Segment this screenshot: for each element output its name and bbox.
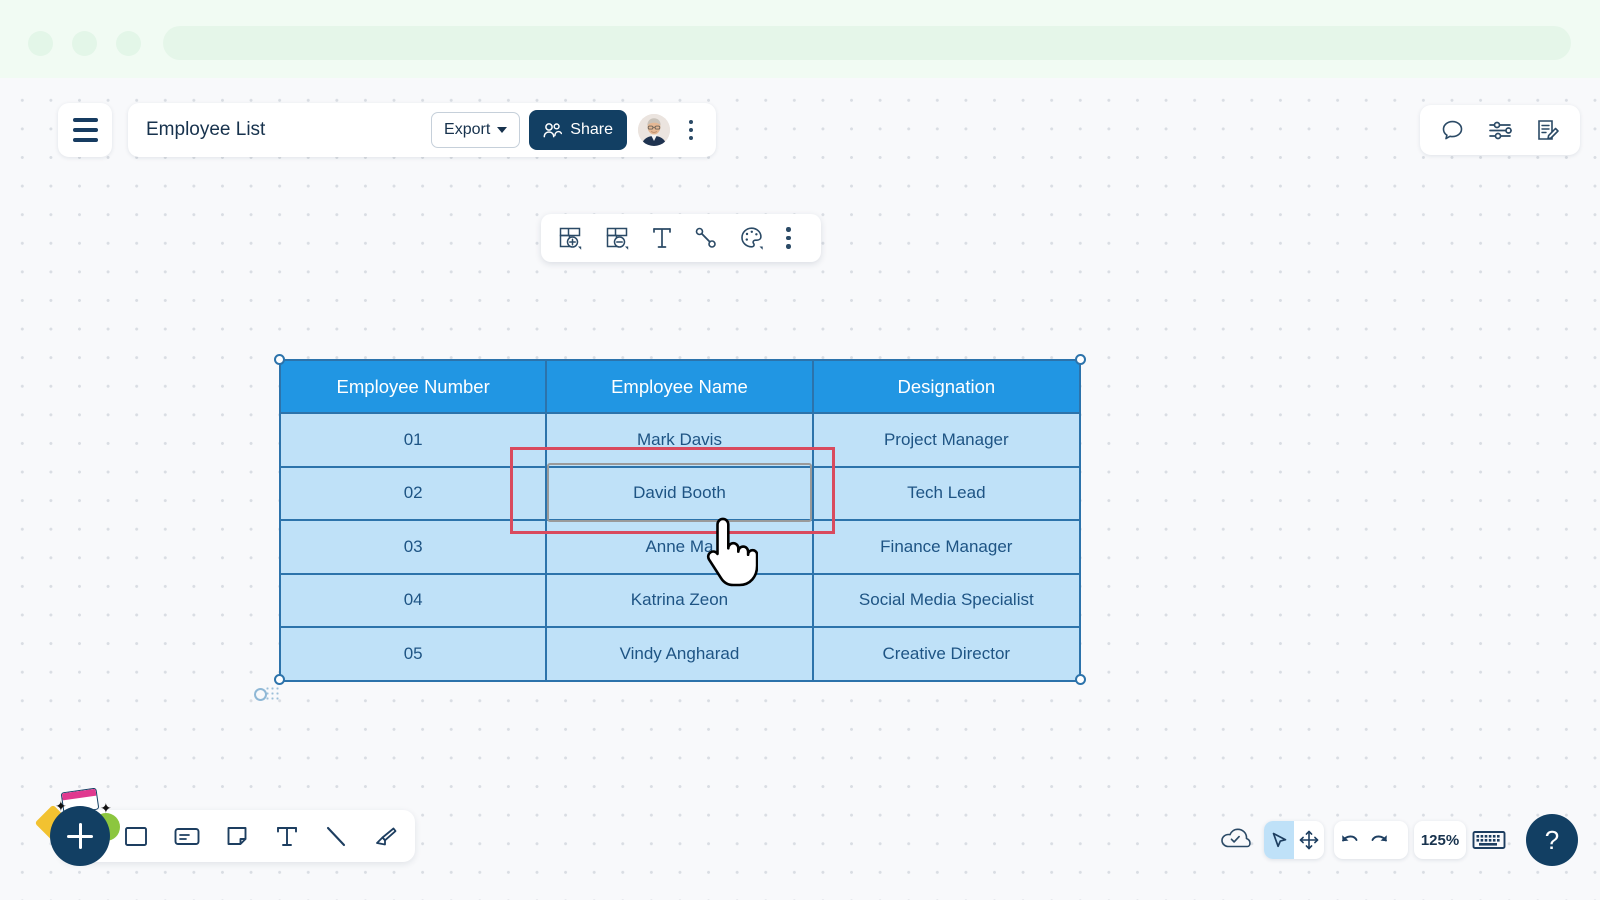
- menu-hamburger-button[interactable]: [58, 103, 112, 157]
- resize-handle-bottom-right[interactable]: [1075, 674, 1086, 685]
- cell-designation[interactable]: Social Media Specialist: [811, 572, 1082, 628]
- history-tool-group: [1334, 821, 1408, 859]
- app-root: Employee List Export Share Employee Numb…: [0, 0, 1600, 900]
- cell-employee-number[interactable]: 03: [278, 519, 548, 575]
- people-icon: [543, 122, 563, 137]
- resize-handle-dots: [265, 686, 281, 702]
- avatar[interactable]: [638, 114, 670, 146]
- page-title[interactable]: Employee List: [146, 119, 431, 141]
- object-more-options-button[interactable]: [786, 227, 791, 249]
- cell-employee-name[interactable]: Vindy Angharad: [545, 626, 814, 682]
- delete-table-cell-icon[interactable]: [604, 225, 631, 252]
- sticky-note-icon[interactable]: [224, 822, 252, 850]
- kebab-menu-icon: [689, 120, 693, 124]
- resize-handle-top-right[interactable]: [1075, 354, 1086, 365]
- export-label: Export: [444, 121, 491, 138]
- cell-employee-name[interactable]: Anne Ma: [545, 519, 814, 575]
- table-row[interactable]: 05 Vindy Angharad Creative Director: [278, 626, 1082, 682]
- color-palette-icon[interactable]: [739, 225, 766, 252]
- cell-designation[interactable]: Creative Director: [811, 626, 1082, 682]
- cell-employee-name[interactable]: Mark Davis: [545, 412, 814, 468]
- object-context-toolbar: [541, 214, 821, 262]
- cursor-arrow-icon[interactable]: [1264, 821, 1294, 859]
- traffic-light-minimize[interactable]: [72, 31, 97, 56]
- cloud-saved-icon[interactable]: [1220, 827, 1252, 856]
- table-row[interactable]: 04 Katrina Zeon Social Media Specialist: [278, 572, 1082, 628]
- kebab-menu-icon: [786, 227, 791, 232]
- top-right-toolbar: [1420, 105, 1580, 155]
- cell-employee-name[interactable]: Katrina Zeon: [545, 572, 814, 628]
- traffic-light-maximize[interactable]: [116, 31, 141, 56]
- move-pan-icon[interactable]: [1294, 821, 1324, 859]
- line-connector-icon[interactable]: [693, 225, 719, 251]
- shape-rectangle-icon[interactable]: [122, 822, 150, 850]
- marker-pen-icon[interactable]: [372, 822, 400, 850]
- column-header-employee-name[interactable]: Employee Name: [545, 359, 814, 414]
- document-header-card: Employee List Export Share: [128, 103, 716, 157]
- cell-designation[interactable]: Finance Manager: [811, 519, 1082, 575]
- employee-table[interactable]: Employee Number Employee Name Designatio…: [278, 359, 1082, 682]
- table-row[interactable]: 01 Mark Davis Project Manager: [278, 412, 1082, 468]
- table-header-row: Employee Number Employee Name Designatio…: [278, 359, 1082, 414]
- add-table-cell-icon[interactable]: [557, 225, 584, 252]
- browser-chrome: [0, 0, 1600, 78]
- kebab-menu-icon: [689, 128, 693, 132]
- text-tool-icon[interactable]: [274, 822, 300, 850]
- chevron-down-icon: [497, 127, 508, 133]
- settings-sliders-icon[interactable]: [1487, 118, 1513, 143]
- text-format-icon[interactable]: [651, 225, 673, 251]
- card-icon[interactable]: [172, 822, 202, 850]
- header-more-options-button[interactable]: [678, 113, 704, 147]
- help-label: ?: [1544, 824, 1560, 855]
- column-header-employee-number[interactable]: Employee Number: [278, 359, 548, 414]
- zoom-level-label: 125%: [1420, 831, 1460, 849]
- cell-employee-name[interactable]: David Booth: [545, 465, 814, 521]
- avatar-image: [638, 114, 670, 146]
- line-tool-icon[interactable]: [322, 822, 350, 850]
- resize-handle-top-left[interactable]: [274, 354, 285, 365]
- cell-employee-number[interactable]: 02: [278, 465, 548, 521]
- notes-edit-icon[interactable]: [1535, 118, 1560, 143]
- address-bar[interactable]: [163, 26, 1571, 60]
- share-label: Share: [570, 121, 613, 138]
- table-row[interactable]: 03 Anne Ma Finance Manager: [278, 519, 1082, 575]
- hamburger-icon: [72, 118, 98, 122]
- cell-designation[interactable]: Tech Lead: [811, 465, 1082, 521]
- zoom-level-control[interactable]: 125%: [1414, 821, 1466, 859]
- keyboard-shortcuts-icon[interactable]: [1472, 828, 1506, 857]
- share-button[interactable]: Share: [529, 110, 627, 150]
- add-object-button[interactable]: [50, 806, 110, 866]
- kebab-menu-icon: [786, 235, 791, 241]
- help-button[interactable]: ?: [1526, 814, 1578, 866]
- kebab-menu-icon: [689, 136, 693, 140]
- comment-icon[interactable]: [1440, 118, 1465, 143]
- pointer-tool-group: [1264, 821, 1324, 859]
- resize-handle-bottom-left[interactable]: [274, 674, 285, 685]
- resize-handle-corner-outer[interactable]: [254, 688, 267, 701]
- hamburger-icon: [72, 128, 98, 132]
- cell-employee-number[interactable]: 05: [278, 626, 548, 682]
- column-header-designation[interactable]: Designation: [811, 359, 1082, 414]
- export-button[interactable]: Export: [431, 112, 521, 148]
- cell-designation[interactable]: Project Manager: [811, 412, 1082, 468]
- table-row[interactable]: 02 David Booth Tech Lead: [278, 465, 1082, 521]
- cell-employee-number[interactable]: 04: [278, 572, 548, 628]
- cell-employee-number[interactable]: 01: [278, 412, 548, 468]
- hamburger-icon: [72, 138, 98, 142]
- kebab-menu-icon: [786, 244, 791, 249]
- traffic-light-close[interactable]: [28, 31, 53, 56]
- redo-icon[interactable]: [1364, 821, 1394, 859]
- undo-icon[interactable]: [1334, 821, 1364, 859]
